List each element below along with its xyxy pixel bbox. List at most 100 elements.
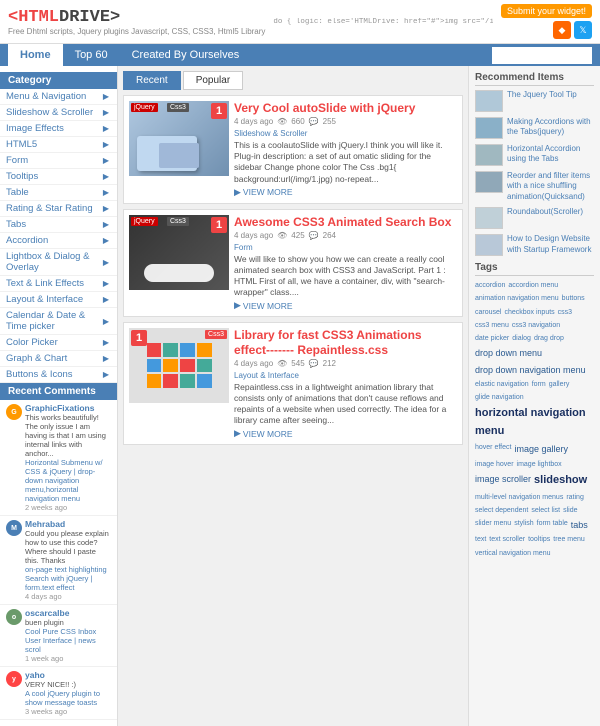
comment-link[interactable]: Cool Pure CSS Inbox User Interface | new…	[25, 627, 111, 654]
tag-item[interactable]: tree menu	[553, 534, 585, 545]
sidebar-item[interactable]: Tabs▶	[0, 217, 117, 233]
chevron-right-icon: ▶	[103, 317, 109, 326]
tag-item[interactable]: select list	[531, 505, 560, 516]
tab-popular[interactable]: Popular	[183, 71, 243, 90]
tag-item[interactable]: drag drop	[534, 333, 564, 344]
article-body: Very Cool autoSlide with jQuery 4 days a…	[234, 101, 457, 198]
article-meta: 4 days ago 👁 545 💬 212	[234, 359, 457, 368]
recommend-item[interactable]: Roundabout(Scroller)	[475, 207, 594, 229]
sidebar-item[interactable]: Accordion▶	[0, 233, 117, 249]
tag-item[interactable]: gallery	[549, 379, 570, 390]
search-input[interactable]	[492, 47, 592, 64]
nav-top60[interactable]: Top 60	[63, 44, 120, 66]
tag-item[interactable]: tooltips	[528, 534, 550, 545]
tag-item[interactable]: date picker	[475, 333, 509, 344]
sidebar-item[interactable]: Text & Link Effects▶	[0, 276, 117, 292]
tag-item[interactable]: tabs	[571, 518, 588, 532]
header-right: Submit your widget! ◆ 𝕏	[501, 4, 592, 39]
tags-section: Tags accordion accordion menu animation …	[475, 262, 594, 559]
rec-thumbnail	[475, 207, 503, 229]
article-category[interactable]: Form	[234, 243, 457, 252]
nav-created[interactable]: Created By Ourselves	[120, 44, 252, 66]
navbar: Home Top 60 Created By Ourselves	[0, 44, 600, 66]
tag-item[interactable]: checkbox inputs	[504, 307, 554, 318]
article-title[interactable]: Awesome CSS3 Animated Search Box	[234, 215, 457, 229]
rss-icon[interactable]: ◆	[553, 21, 571, 39]
tag-item[interactable]: text	[475, 534, 486, 545]
tag-item[interactable]: buttons	[562, 293, 585, 304]
comment-item: M Mehrabad Could you please explain how …	[0, 516, 117, 605]
tag-item[interactable]: hover effect	[475, 442, 511, 456]
recommend-item[interactable]: Making Accordions with the Tabs(jquery)	[475, 117, 594, 139]
submit-widget-button[interactable]: Submit your widget!	[501, 4, 592, 18]
tag-item[interactable]: image scroller	[475, 472, 531, 490]
tag-item[interactable]: form	[532, 379, 546, 390]
recommend-item[interactable]: Horizontal Accordion using the Tabs	[475, 144, 594, 166]
tag-item[interactable]: image gallery	[514, 442, 568, 456]
article-title[interactable]: Library for fast CSS3 Animations effect-…	[234, 328, 457, 357]
sidebar-item[interactable]: Graph & Chart▶	[0, 351, 117, 367]
sidebar-item[interactable]: Calendar & Date & Time picker▶	[0, 308, 117, 335]
sidebar-item[interactable]: Color Picker▶	[0, 335, 117, 351]
tags-title: Tags	[475, 262, 594, 276]
tag-item[interactable]: accordion menu	[508, 280, 558, 291]
tag-item[interactable]: dialog	[512, 333, 531, 344]
main-content: Category Menu & Navigation▶Slideshow & S…	[0, 66, 600, 726]
sidebar-item[interactable]: Tooltips▶	[0, 169, 117, 185]
tag-item[interactable]: animation navigation menu	[475, 293, 559, 304]
tag-item[interactable]: elastic navigation	[475, 379, 529, 390]
recommend-item[interactable]: The Jquery Tool Tip	[475, 90, 594, 112]
sidebar-item[interactable]: Menu & Navigation▶	[0, 89, 117, 105]
tag-item[interactable]: drop down navigation menu	[475, 363, 586, 377]
tag-item[interactable]: accordion	[475, 280, 505, 291]
comment-time: 1 week ago	[25, 654, 111, 663]
tag-item[interactable]: form table	[537, 518, 568, 532]
sidebar-item[interactable]: Form▶	[0, 153, 117, 169]
tag-item[interactable]: text scroller	[489, 534, 525, 545]
twitter-icon[interactable]: 𝕏	[574, 21, 592, 39]
tag-item[interactable]: select dependent	[475, 505, 528, 516]
tag-item[interactable]: multi-level navigation menus	[475, 492, 563, 503]
sidebar-item[interactable]: HTML5▶	[0, 137, 117, 153]
sidebar-item[interactable]: Layout & Interface▶	[0, 292, 117, 308]
tag-item[interactable]: rating	[566, 492, 584, 503]
article-views: 660	[291, 117, 304, 126]
tag-item[interactable]: css3	[558, 307, 572, 318]
article-category[interactable]: Layout & Interface	[234, 371, 457, 380]
tag-item[interactable]: drop down menu	[475, 346, 542, 360]
tag-item[interactable]: glide navigation	[475, 392, 524, 403]
comment-link[interactable]: on-page text highlighting Search with jQ…	[25, 565, 111, 592]
recommend-item[interactable]: How to Design Website with Startup Frame…	[475, 234, 594, 256]
nav-home[interactable]: Home	[8, 44, 63, 66]
tag-item[interactable]: slide	[563, 505, 577, 516]
tag-item[interactable]: css3 navigation	[512, 320, 560, 331]
tag-item[interactable]: slideshow	[534, 472, 587, 490]
comment-link[interactable]: Horizontal Submenu w/ CSS & jQuery | dro…	[25, 458, 111, 503]
view-more-button[interactable]: ▶ VIEW MORE	[234, 300, 457, 311]
tag-item[interactable]: carousel	[475, 307, 501, 318]
view-more-button[interactable]: ▶ VIEW MORE	[234, 428, 457, 439]
sidebar-item[interactable]: Table▶	[0, 185, 117, 201]
sidebar-item[interactable]: Lightbox & Dialog & Overlay▶	[0, 249, 117, 276]
tag-item[interactable]: css3 menu	[475, 320, 509, 331]
tag-item[interactable]: slider menu	[475, 518, 511, 532]
article-category[interactable]: Slideshow & Scroller	[234, 129, 457, 138]
sidebar-item[interactable]: Rating & Star Rating▶	[0, 201, 117, 217]
sidebar-item[interactable]: Buttons & Icons▶	[0, 367, 117, 383]
tag-item[interactable]: stylish	[514, 518, 533, 532]
logo-html: <HTML	[8, 8, 59, 27]
article-title[interactable]: Very Cool autoSlide with jQuery	[234, 101, 457, 115]
view-more-button[interactable]: ▶ VIEW MORE	[234, 187, 457, 198]
comment-link[interactable]: A cool jQuery plugin to show message toa…	[25, 689, 111, 707]
sidebar-item[interactable]: Slideshow & Scroller▶	[0, 105, 117, 121]
rec-thumbnail	[475, 117, 503, 139]
tag-item[interactable]: image lightbox	[517, 459, 562, 470]
sidebar-item[interactable]: Image Effects▶	[0, 121, 117, 137]
recommend-item[interactable]: Reorder and filter items with a nice shu…	[475, 171, 594, 202]
tag-item[interactable]: image hover	[475, 459, 514, 470]
tab-recent[interactable]: Recent	[123, 71, 181, 90]
tag-item[interactable]: horizontal navigation menu	[475, 405, 593, 440]
chevron-right-icon: ▶	[103, 124, 109, 133]
article-time: 4 days ago	[234, 117, 273, 126]
tag-item[interactable]: vertical navigation menu	[475, 548, 551, 559]
